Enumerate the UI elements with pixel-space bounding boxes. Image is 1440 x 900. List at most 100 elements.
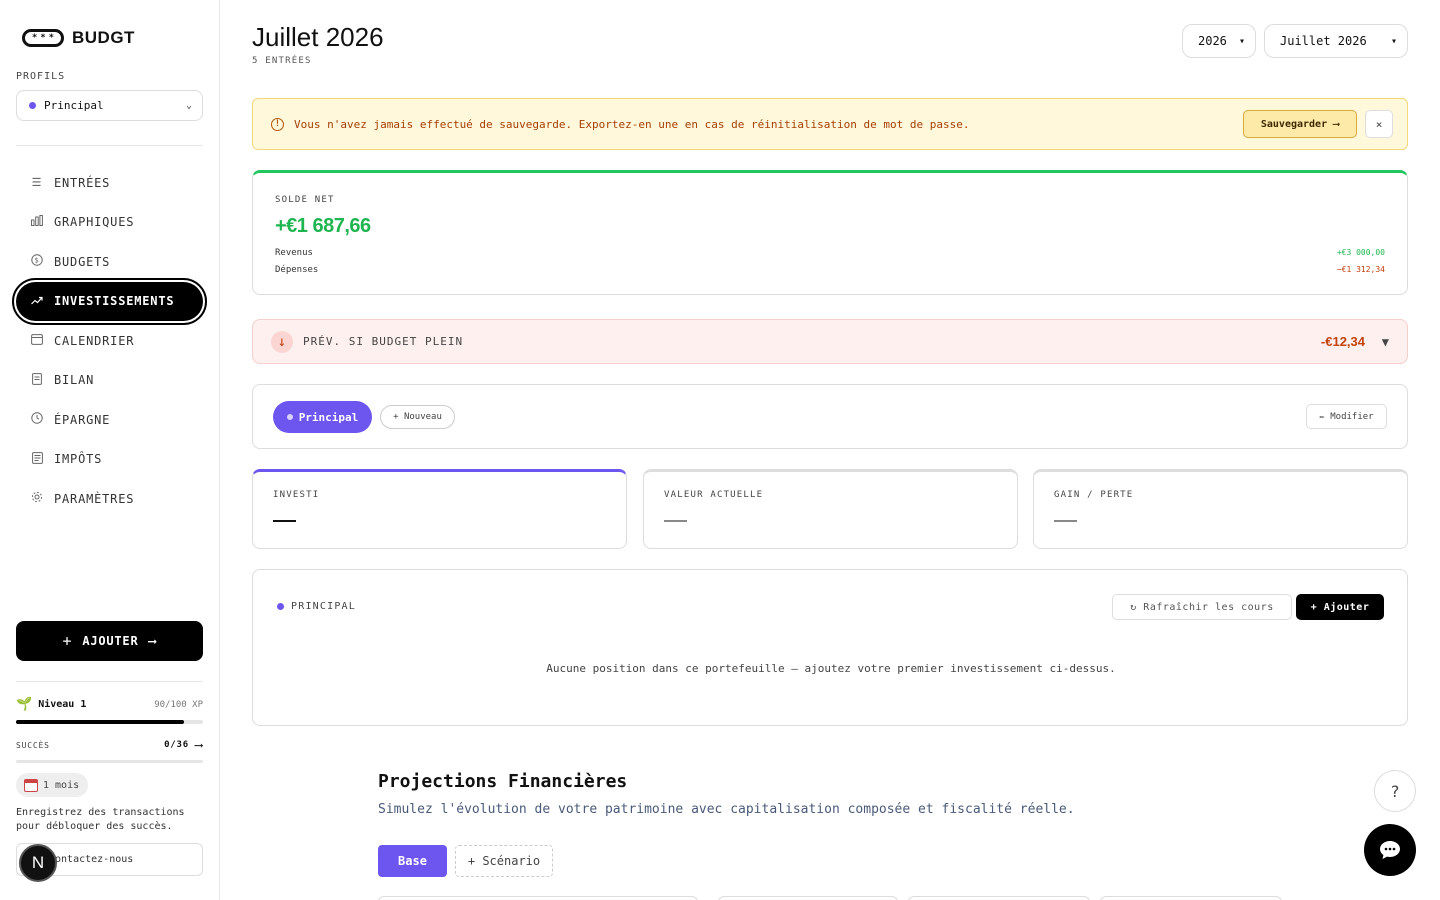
clock-icon bbox=[30, 412, 44, 427]
profile-color-dot bbox=[29, 102, 36, 109]
projection-card bbox=[1100, 896, 1282, 900]
expense-row: Dépenses −€1 312,34 bbox=[275, 265, 1385, 275]
sidebar: * * * BUDGT PROFILS Principal ⌄ ☰ ENTRÉES … bbox=[0, 0, 220, 900]
backup-warning-banner: ! Vous n'avez jamais effectué de sauvega… bbox=[252, 98, 1408, 150]
new-portfolio-button[interactable]: + Nouveau bbox=[380, 405, 455, 429]
sidebar-item-budgets[interactable]: $ BUDGETS bbox=[16, 242, 203, 282]
arrow-right-icon: ⟶ bbox=[148, 634, 157, 648]
sidebar-item-calendrier[interactable]: CALENDRIER bbox=[16, 321, 203, 361]
list-icon: ☰ bbox=[31, 176, 43, 190]
chat-button[interactable] bbox=[1364, 824, 1416, 876]
sidebar-item-label: CALENDRIER bbox=[54, 333, 135, 348]
app-name: BUDGT bbox=[72, 28, 135, 47]
coin-icon: $ bbox=[30, 254, 44, 269]
year-select-value: 2026 bbox=[1198, 34, 1227, 48]
bar-chart-icon bbox=[30, 215, 44, 229]
expand-toggle-icon[interactable]: ▼ bbox=[1382, 335, 1389, 349]
divider bbox=[16, 681, 203, 682]
add-position-button[interactable]: + Ajouter bbox=[1296, 594, 1384, 620]
net-balance-value: +€1 687,66 bbox=[275, 215, 371, 237]
chevron-down-icon: ⌄ bbox=[185, 100, 192, 111]
sidebar-item-label: BUDGETS bbox=[54, 254, 111, 269]
revenue-value: +€3 000,00 bbox=[1336, 248, 1385, 257]
level-label: Niveau 1 bbox=[38, 699, 87, 710]
divider bbox=[16, 145, 203, 146]
achievements-hint: Enregistrez des transactions pour débloq… bbox=[16, 807, 185, 832]
plus-icon: + bbox=[62, 632, 73, 650]
sidebar-item-label: IMPÔTS bbox=[54, 452, 103, 467]
sidebar-item-label: GRAPHIQUES bbox=[54, 215, 135, 230]
xp-text: 90/100 XP bbox=[154, 699, 203, 710]
portfolio-name: PRINCIPAL bbox=[291, 601, 356, 612]
profile-select-value: Principal bbox=[44, 99, 104, 112]
expense-value: −€1 312,34 bbox=[1336, 265, 1385, 274]
arrow-right-icon: ⟶ bbox=[194, 738, 203, 752]
revenue-row: Revenus +€3 000,00 bbox=[275, 248, 1385, 258]
sidebar-item-graphiques[interactable]: GRAPHIQUES bbox=[16, 203, 203, 243]
sidebar-item-bilan[interactable]: BILAN bbox=[16, 361, 203, 401]
xp-progress-bar bbox=[16, 720, 203, 724]
portfolio-tab-principal[interactable]: Principal bbox=[273, 401, 372, 433]
forecast-value: -€12,34 bbox=[1320, 334, 1365, 349]
scenario-tab-base[interactable]: Base bbox=[378, 845, 447, 877]
streak-badge-label: 1 mois bbox=[43, 779, 80, 791]
page-title: Juillet 2026 bbox=[252, 22, 384, 52]
add-button-label: AJOUTER bbox=[82, 634, 139, 648]
sidebar-item-label: ENTRÉES bbox=[54, 175, 111, 190]
profiles-label: PROFILS bbox=[16, 71, 66, 82]
empty-positions-text: Aucune position dans ce portefeuille — a… bbox=[546, 662, 1116, 675]
achievements-progress-bar bbox=[16, 760, 203, 763]
backup-save-button[interactable]: Sauvegarder ⟶ bbox=[1243, 110, 1357, 138]
net-balance-card: SOLDE NET +€1 687,66 Revenus +€3 000,00 … bbox=[252, 170, 1408, 295]
refresh-prices-button[interactable]: ↻ Rafraîchir les cours bbox=[1112, 594, 1292, 620]
sidebar-item-impots[interactable]: IMPÔTS bbox=[16, 440, 203, 480]
portfolio-switcher: Principal + Nouveau ✏ Modifier bbox=[252, 384, 1408, 449]
achievements-count: 0/36 bbox=[164, 740, 189, 750]
stat-label: INVESTI bbox=[273, 490, 320, 500]
app-logo[interactable]: * * * BUDGT bbox=[22, 28, 135, 48]
save-button-label: Sauvegarder bbox=[1260, 118, 1328, 130]
level-indicator: 🌱 Niveau 1 90/100 XP bbox=[16, 697, 203, 712]
year-select[interactable]: 2026 ▾ bbox=[1182, 24, 1256, 58]
sidebar-item-parametres[interactable]: PARAMÈTRES bbox=[16, 479, 203, 519]
close-warning-button[interactable]: × bbox=[1365, 110, 1393, 138]
projection-card bbox=[718, 896, 898, 900]
stat-value-empty bbox=[1054, 520, 1077, 522]
stat-value-empty bbox=[273, 520, 296, 522]
n-avatar-badge[interactable]: N bbox=[19, 844, 57, 882]
profile-select[interactable]: Principal ⌄ bbox=[16, 90, 203, 121]
chat-bubble-icon bbox=[1380, 841, 1400, 859]
sidebar-item-investissements[interactable]: INVESTISSEMENTS bbox=[12, 277, 207, 325]
chevron-down-icon: ▾ bbox=[1238, 35, 1245, 47]
gain-loss-stat-card: GAIN / PERTE bbox=[1033, 469, 1408, 549]
month-select[interactable]: Juillet 2026 ▾ bbox=[1264, 24, 1408, 58]
revenue-label: Revenus bbox=[275, 248, 313, 258]
help-button[interactable]: ? bbox=[1374, 770, 1416, 812]
add-scenario-button[interactable]: + Scénario bbox=[455, 845, 553, 877]
modify-portfolio-button[interactable]: ✏ Modifier bbox=[1306, 404, 1387, 429]
stat-label: GAIN / PERTE bbox=[1054, 490, 1134, 500]
entries-count: 5 ENTRÉES bbox=[252, 56, 312, 66]
projections-title: Projections Financières bbox=[378, 771, 628, 792]
warning-text: Vous n'avez jamais effectué de sauvegard… bbox=[294, 117, 970, 131]
sprout-icon: 🌱 bbox=[16, 697, 33, 712]
arrow-right-icon: ⟶ bbox=[1333, 118, 1340, 130]
month-select-value: Juillet 2026 bbox=[1280, 34, 1367, 48]
trending-up-icon bbox=[30, 295, 44, 308]
portfolio-color-dot bbox=[286, 414, 293, 420]
expense-label: Dépenses bbox=[275, 265, 319, 275]
sidebar-item-label: ÉPARGNE bbox=[54, 412, 111, 427]
sidebar-item-epargne[interactable]: ÉPARGNE bbox=[16, 400, 203, 440]
achievements-link[interactable]: SUCCÈS 0/36 ⟶ bbox=[16, 738, 203, 752]
stat-value-empty bbox=[664, 520, 687, 522]
add-transaction-button[interactable]: + AJOUTER ⟶ bbox=[16, 621, 203, 661]
projections-subtitle: Simulez l'évolution de votre patrimoine … bbox=[378, 802, 1075, 817]
calendar-icon bbox=[30, 333, 44, 348]
net-balance-label: SOLDE NET bbox=[275, 195, 335, 205]
forecast-row[interactable]: ↓ PRÉV. SI BUDGET PLEIN -€12,34 ▼ bbox=[252, 319, 1408, 364]
streak-badge: 1 mois bbox=[16, 773, 89, 797]
calendar-emoji-icon bbox=[24, 778, 38, 792]
sidebar-item-label: BILAN bbox=[54, 373, 95, 388]
chevron-down-icon: ▾ bbox=[1390, 35, 1397, 47]
sidebar-item-entrees[interactable]: ☰ ENTRÉES bbox=[16, 163, 203, 203]
